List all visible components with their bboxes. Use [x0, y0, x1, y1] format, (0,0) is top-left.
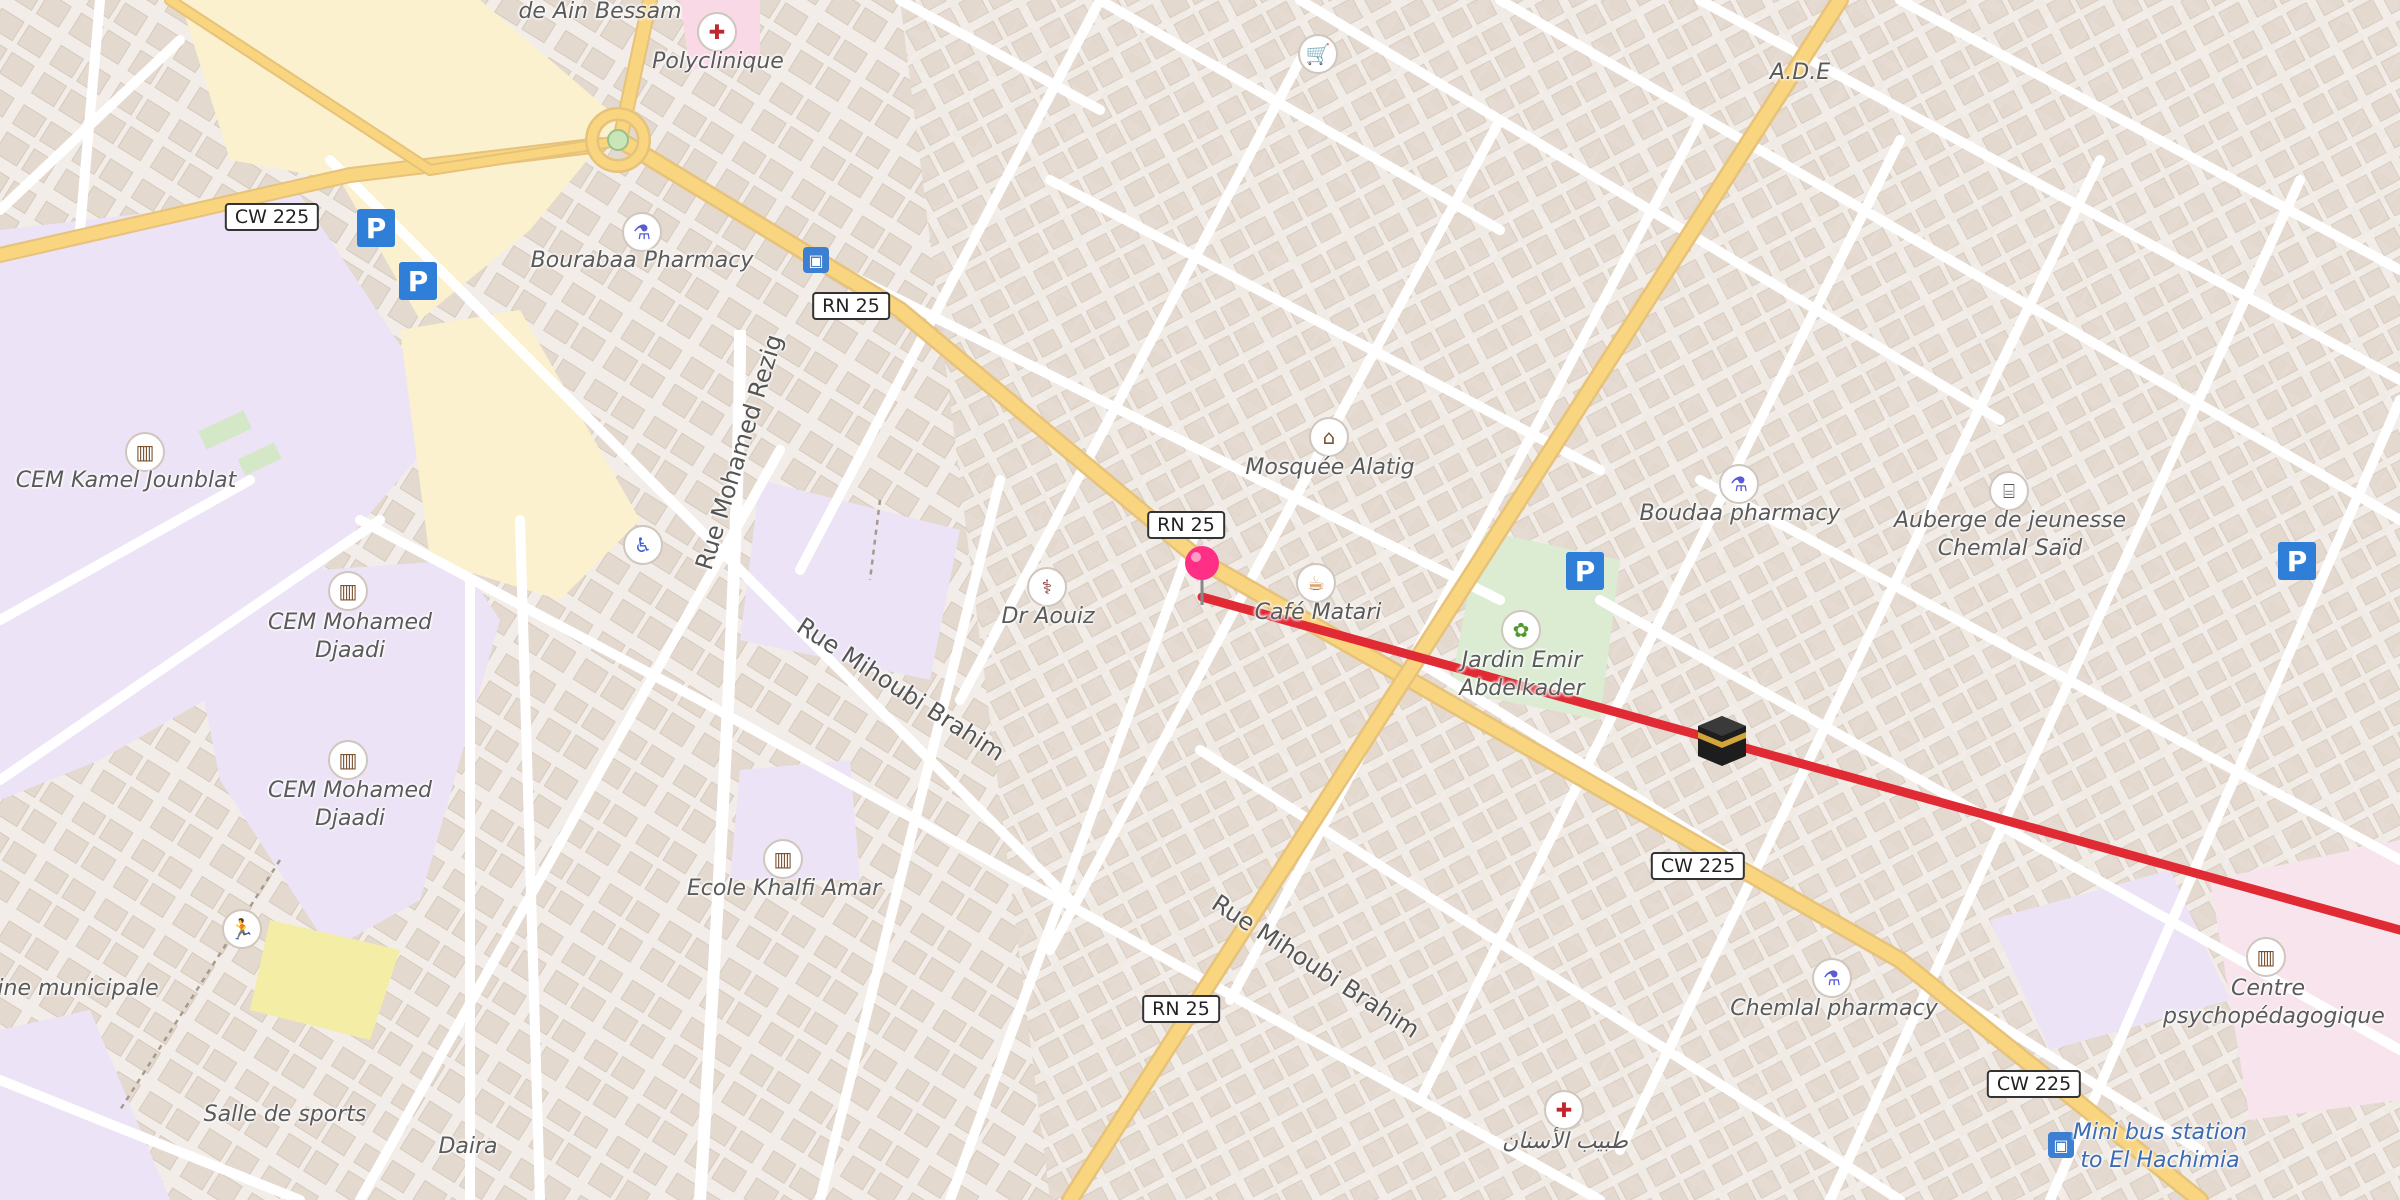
- place-label: Café Matari: [1254, 600, 1382, 625]
- parking-icon[interactable]: P: [1566, 552, 1604, 590]
- place-label: Mini bus station to El Hachimia: [2072, 1120, 2248, 1173]
- place-label: cine municipale: [0, 976, 159, 1001]
- place-label: CEM Kamel Jounblat: [15, 468, 237, 493]
- place-label: Dr Aouiz: [1001, 604, 1095, 629]
- place-label: Mosquée Alatig: [1245, 455, 1415, 480]
- place-label: Salle de sports: [203, 1102, 367, 1127]
- place-label: طبيب الأسنان: [1502, 1129, 1628, 1154]
- runner-icon[interactable]: 🏃: [222, 909, 262, 949]
- parking-icon[interactable]: P: [2278, 542, 2316, 580]
- place-label: Chemlal pharmacy: [1730, 996, 1938, 1021]
- school-icon[interactable]: ▥: [763, 839, 803, 879]
- place-label: de Ain Bessam: [518, 0, 682, 24]
- parking-icon[interactable]: P: [399, 262, 437, 300]
- kaaba-icon[interactable]: [1694, 712, 1750, 768]
- place-label: Ecole Khalfi Amar: [686, 876, 882, 901]
- place-label: CEM Mohamed Djaadi: [267, 610, 433, 663]
- map-canvas[interactable]: P P P P ▣ ▣ ✚ ✚ ⚗ ⚗ ⚗ ▥ ▥ ▥ ▥ ▥ ⌂ ☕ ✿ 🛒 …: [0, 0, 2400, 1200]
- mosque-icon[interactable]: ⌂: [1309, 417, 1349, 457]
- bus-stop-icon[interactable]: ▣: [803, 247, 829, 273]
- pharmacy-mortar-icon[interactable]: ⚗: [1719, 464, 1759, 504]
- pharmacy-mortar-icon[interactable]: ⚗: [622, 212, 662, 252]
- school-icon[interactable]: ▥: [328, 740, 368, 780]
- wheelchair-icon[interactable]: ♿: [623, 525, 663, 565]
- cafe-cup-icon[interactable]: ☕: [1296, 563, 1336, 603]
- school-icon[interactable]: ▥: [125, 432, 165, 472]
- road-shield: RN 25: [1147, 511, 1225, 539]
- road-shield: CW 225: [224, 203, 320, 231]
- place-label: CEM Mohamed Djaadi: [267, 778, 433, 831]
- school-icon[interactable]: ▥: [2246, 937, 2286, 977]
- parking-icon[interactable]: P: [357, 209, 395, 247]
- place-label: Boudaa pharmacy: [1639, 501, 1841, 526]
- garden-icon[interactable]: ✿: [1501, 610, 1541, 650]
- road-shield: CW 225: [1650, 852, 1746, 880]
- hospital-cross-icon[interactable]: ✚: [697, 12, 737, 52]
- hospital-cross-icon[interactable]: ✚: [1544, 1090, 1584, 1130]
- place-label: Centre psychopédagogique: [2163, 976, 2385, 1029]
- place-label: Daira: [438, 1134, 498, 1159]
- location-pin-icon[interactable]: [1182, 545, 1222, 607]
- place-label: Auberge de jeunesse Chemlal Saïd: [1893, 508, 2127, 561]
- road-shield: RN 25: [812, 292, 890, 320]
- shopping-cart-icon[interactable]: 🛒: [1298, 34, 1338, 74]
- road-shield: CW 225: [1986, 1070, 2082, 1098]
- pharmacy-mortar-icon[interactable]: ⚗: [1812, 958, 1852, 998]
- place-label: Jardin Emir Abdelkader: [1459, 648, 1585, 701]
- place-label: Bourabaa Pharmacy: [530, 248, 754, 273]
- stethoscope-icon[interactable]: ⚕: [1027, 567, 1067, 607]
- hostel-bed-icon[interactable]: ⌸: [1989, 471, 2029, 511]
- place-label: A.D.E: [1769, 60, 1831, 85]
- school-icon[interactable]: ▥: [328, 571, 368, 611]
- place-label: Polyclinique: [652, 49, 784, 74]
- road-shield: RN 25: [1142, 995, 1220, 1023]
